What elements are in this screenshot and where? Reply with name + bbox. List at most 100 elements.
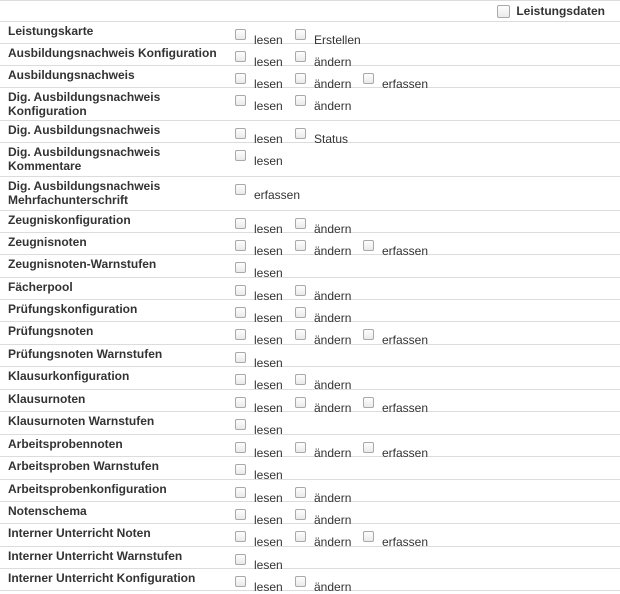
perm-option[interactable]: erfassen bbox=[363, 530, 428, 549]
perm-checkbox[interactable] bbox=[295, 50, 306, 62]
perm-checkbox[interactable] bbox=[295, 306, 306, 318]
perm-checkbox[interactable] bbox=[295, 530, 306, 542]
perm-checkbox[interactable] bbox=[363, 441, 374, 453]
row-label: Dig. Ausbildungsnachweis Kommentare bbox=[8, 145, 161, 173]
perm-checkbox[interactable] bbox=[235, 530, 246, 542]
perm-checkbox[interactable] bbox=[235, 486, 246, 498]
perm-checkbox[interactable] bbox=[235, 441, 246, 453]
perm-checkbox[interactable] bbox=[295, 239, 306, 251]
perm-checkbox[interactable] bbox=[295, 72, 306, 84]
permission-row: Klausurkonfiguration lesen ändern bbox=[0, 367, 620, 392]
perm-checkbox[interactable] bbox=[363, 530, 374, 542]
row-label: Prüfungskonfiguration bbox=[8, 302, 138, 316]
permission-row: Arbeitsprobenkonfiguration lesen ändern bbox=[0, 480, 620, 505]
perm-label: ändern bbox=[314, 99, 352, 113]
perm-checkbox[interactable] bbox=[235, 284, 246, 296]
perm-checkbox[interactable] bbox=[235, 28, 246, 40]
perm-checkbox[interactable] bbox=[235, 553, 246, 565]
row-label: Interner Unterricht Noten bbox=[8, 526, 151, 540]
row-label: Arbeitsproben Warnstufen bbox=[8, 459, 159, 473]
row-label: Leistungskarte bbox=[8, 24, 94, 38]
perm-option[interactable]: lesen bbox=[235, 149, 283, 168]
perm-checkbox[interactable] bbox=[295, 28, 306, 40]
perm-checkbox[interactable] bbox=[363, 328, 374, 340]
perm-option[interactable]: lesen bbox=[235, 261, 283, 280]
permission-row: Fächerpool lesen ändern bbox=[0, 278, 620, 303]
permission-row: Klausurnoten Warnstufen lesen bbox=[0, 412, 620, 437]
perm-option[interactable]: erfassen bbox=[363, 328, 428, 347]
perm-checkbox[interactable] bbox=[235, 373, 246, 385]
perm-checkbox[interactable] bbox=[235, 239, 246, 251]
perm-option[interactable]: lesen bbox=[235, 463, 283, 482]
permission-row: Leistungskarte lesen Erstellen bbox=[0, 22, 620, 47]
perm-checkbox[interactable] bbox=[235, 418, 246, 430]
row-label: Interner Unterricht Konfiguration bbox=[8, 571, 196, 585]
permission-row: Klausurnoten lesen ändern erfassen bbox=[0, 390, 620, 415]
perm-checkbox[interactable] bbox=[363, 72, 374, 84]
perm-checkbox[interactable] bbox=[295, 373, 306, 385]
row-label: Arbeitsprobenkonfiguration bbox=[8, 482, 167, 496]
perm-checkbox[interactable] bbox=[235, 50, 246, 62]
perm-label: erfassen bbox=[254, 188, 301, 202]
perm-checkbox[interactable] bbox=[235, 463, 246, 475]
perm-option[interactable]: ändern bbox=[295, 328, 351, 347]
perm-label: lesen bbox=[254, 154, 283, 168]
perm-checkbox[interactable] bbox=[235, 217, 246, 229]
row-label: Dig. Ausbildungsnachweis Mehrfachuntersc… bbox=[8, 179, 161, 207]
perm-checkbox[interactable] bbox=[235, 575, 246, 587]
perm-checkbox[interactable] bbox=[235, 261, 246, 273]
permission-row: Dig. Ausbildungsnachweis Konfiguration le… bbox=[0, 88, 620, 121]
row-label: Ausbildungsnachweis Konfiguration bbox=[8, 46, 217, 60]
perm-option[interactable]: lesen bbox=[235, 373, 283, 392]
permission-row: Interner Unterricht Warnstufen lesen bbox=[0, 547, 620, 572]
permission-row: Prüfungsnoten lesen ändern erfassen bbox=[0, 322, 620, 347]
perm-label: lesen bbox=[254, 99, 283, 113]
perm-checkbox[interactable] bbox=[295, 127, 306, 139]
perm-option[interactable]: erfassen bbox=[235, 183, 301, 202]
permission-row: Arbeitsprobennoten lesen ändern erfassen bbox=[0, 435, 620, 460]
perm-checkbox[interactable] bbox=[235, 149, 246, 161]
perm-checkbox[interactable] bbox=[295, 441, 306, 453]
perm-option[interactable]: ändern bbox=[295, 94, 352, 113]
perm-checkbox[interactable] bbox=[363, 396, 374, 408]
perm-option[interactable]: lesen bbox=[235, 530, 283, 549]
permission-row: Zeugniskonfiguration lesen ändern bbox=[0, 211, 620, 236]
perm-checkbox[interactable] bbox=[295, 284, 306, 296]
row-label: Zeugnisnoten-Warnstufen bbox=[8, 257, 157, 271]
perm-checkbox[interactable] bbox=[235, 328, 246, 340]
perm-checkbox[interactable] bbox=[235, 306, 246, 318]
perm-checkbox[interactable] bbox=[235, 127, 246, 139]
perm-checkbox[interactable] bbox=[235, 183, 246, 195]
perm-option[interactable]: lesen bbox=[235, 575, 283, 594]
perm-checkbox[interactable] bbox=[295, 575, 306, 587]
perm-checkbox[interactable] bbox=[235, 94, 246, 106]
permission-row: Interner Unterricht Noten lesen ändern erfa… bbox=[0, 524, 620, 549]
perm-checkbox[interactable] bbox=[295, 396, 306, 408]
permission-row: Ausbildungsnachweis Konfiguration lesen än… bbox=[0, 44, 620, 69]
permission-row: Interner Unterricht Konfiguration lesen än… bbox=[0, 569, 620, 594]
perm-checkbox[interactable] bbox=[295, 328, 306, 340]
leistungsdaten-checkbox[interactable] bbox=[497, 4, 511, 18]
perm-checkbox[interactable] bbox=[363, 239, 374, 251]
perm-checkbox[interactable] bbox=[235, 351, 246, 363]
perm-checkbox[interactable] bbox=[295, 217, 306, 229]
permission-row: Dig. Ausbildungsnachweis Kommentare lesen bbox=[0, 143, 620, 177]
row-label: Prüfungsnoten Warnstufen bbox=[8, 347, 163, 361]
permission-row: Prüfungskonfiguration lesen ändern bbox=[0, 300, 620, 325]
perm-checkbox[interactable] bbox=[295, 508, 306, 520]
perm-checkbox[interactable] bbox=[235, 396, 246, 408]
perm-option[interactable]: lesen bbox=[235, 418, 283, 437]
perm-checkbox[interactable] bbox=[235, 508, 246, 520]
permission-row: Ausbildungsnachweis lesen ändern erfassen bbox=[0, 66, 620, 91]
perm-checkbox[interactable] bbox=[235, 72, 246, 84]
row-label: Prüfungsnoten bbox=[8, 324, 94, 338]
perm-option[interactable]: ändern bbox=[295, 373, 351, 392]
perm-checkbox[interactable] bbox=[295, 94, 306, 106]
perm-option[interactable]: lesen bbox=[235, 328, 283, 347]
perm-option[interactable]: ändern bbox=[295, 530, 351, 549]
perm-option[interactable]: lesen bbox=[235, 94, 283, 113]
permission-row: Zeugnisnoten-Warnstufen lesen bbox=[0, 255, 620, 280]
perm-option[interactable]: ändern bbox=[295, 575, 351, 594]
permission-row: Prüfungsnoten Warnstufen lesen bbox=[0, 345, 620, 370]
perm-checkbox[interactable] bbox=[295, 486, 306, 498]
